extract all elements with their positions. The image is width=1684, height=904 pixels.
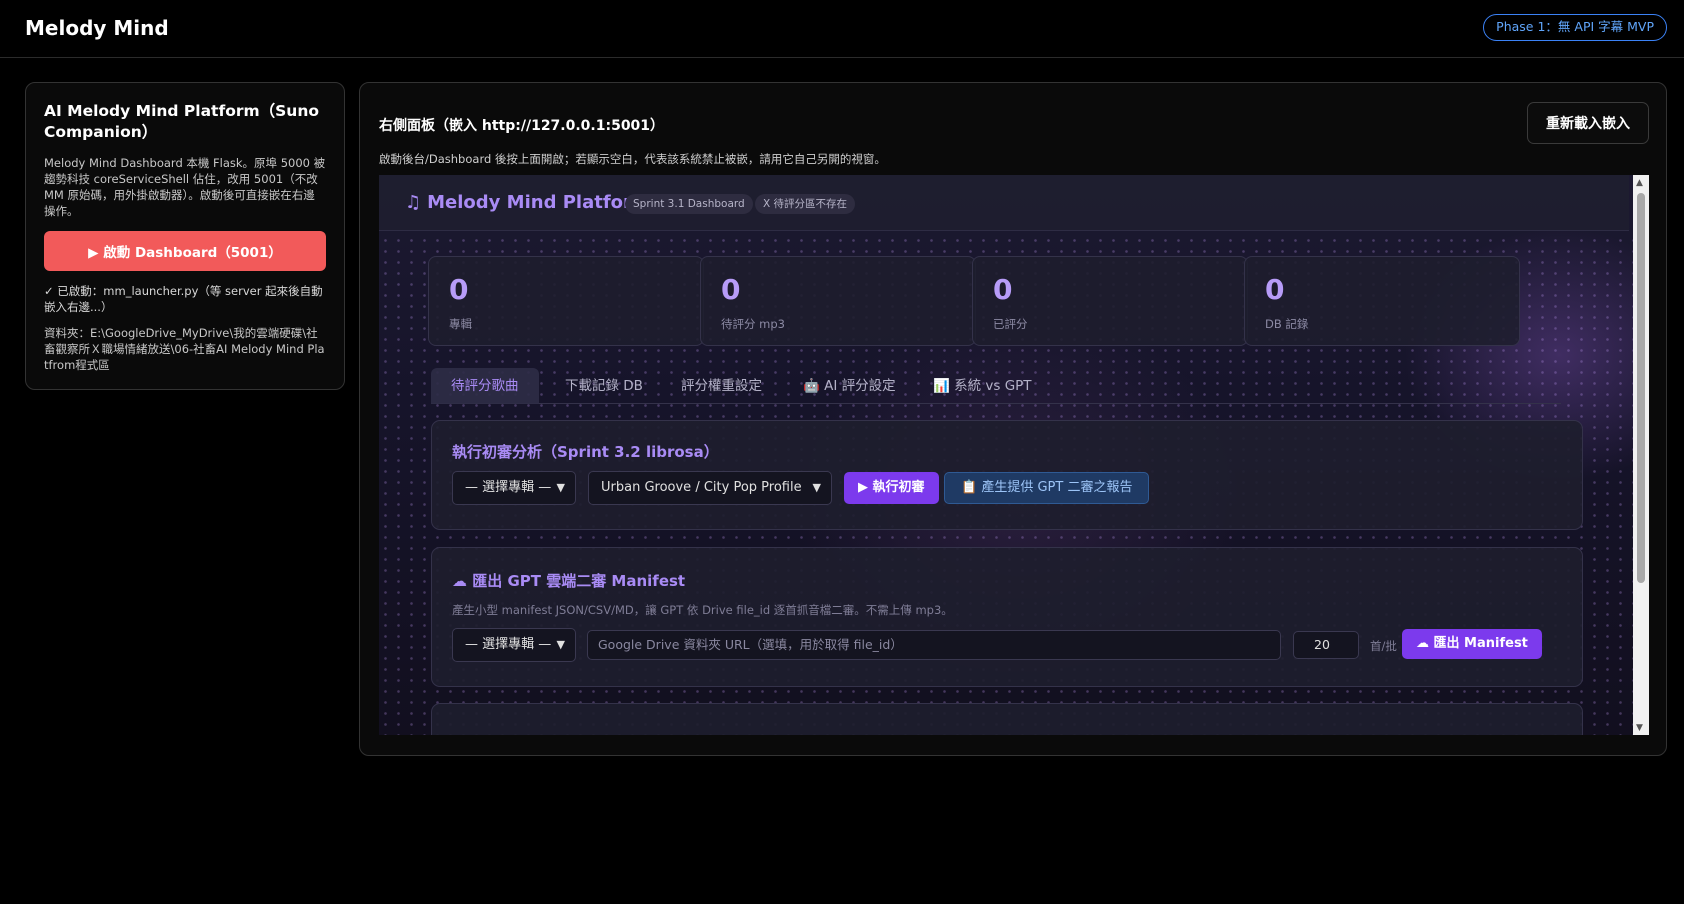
folder-path: 資料夾：E:\GoogleDrive_MyDrive\我的雲端硬碟\社畜觀察所Ｘ… [44, 326, 325, 372]
dashboard-header: ♫ Melody Mind Platform Sprint 3.1 Dashboa… [379, 175, 1629, 231]
reload-embed-button[interactable]: 重新載入嵌入 [1527, 102, 1649, 144]
launcher-description: Melody Mind Dashboard 本機 Flask。原埠 5000 被… [44, 156, 326, 218]
frame-scrollbar[interactable]: ▲ ▼ [1633, 175, 1649, 735]
tab-system-vs-gpt[interactable]: 📊 系統 vs GPT [933, 368, 1032, 404]
stat-db-records: 0 DB 記錄 [1244, 256, 1520, 346]
chevron-down-icon: ▼ [556, 481, 565, 494]
start-dashboard-button[interactable]: ▶ 啟動 Dashboard（5001） [44, 231, 326, 271]
run-analysis-button[interactable]: ▶ 執行初審 [844, 472, 939, 504]
manifest-description: 產生小型 manifest JSON/CSV/MD，讓 GPT 依 Drive … [452, 603, 953, 617]
phase-badge: Phase 1：無 API 字幕 MVP [1483, 14, 1667, 41]
launch-status: ✓ 已啟動：mm_launcher.py（等 server 起來後自動嵌入右邊.… [44, 284, 323, 314]
manifest-panel: ☁ 匯出 GPT 雲端二審 Manifest 產生小型 manifest JSO… [431, 547, 1583, 687]
missing-area-badge: X 待評分區不存在 [755, 194, 856, 214]
launcher-title: AI Melody Mind Platform（Suno Companion） [44, 102, 320, 141]
analysis-title: 執行初審分析（Sprint 3.2 librosa） [452, 443, 719, 461]
batch-count-input[interactable]: 20 [1293, 631, 1359, 659]
tab-ai-settings[interactable]: 🤖 AI 評分設定 [803, 368, 896, 404]
analysis-panel: 執行初審分析（Sprint 3.2 librosa） — 選擇專輯 — ▼ Urb… [431, 420, 1583, 530]
chevron-down-icon: ▼ [556, 638, 565, 651]
next-panel [431, 703, 1583, 735]
tab-weight-settings[interactable]: 評分權重設定 [681, 368, 762, 404]
stat-pending-mp3: 0 待評分 mp3 [700, 256, 976, 346]
album-select[interactable]: — 選擇專輯 — ▼ [452, 471, 576, 505]
launcher-card: AI Melody Mind Platform（Suno Companion） … [25, 82, 345, 390]
scroll-up-icon[interactable]: ▲ [1636, 178, 1643, 188]
embed-hint: 啟動後台/Dashboard 後按上面開啟；若顯示空白，代表該系統禁止被嵌，請用… [379, 152, 886, 166]
gpt-report-button[interactable]: 📋 產生提供 GPT 二審之報告 [944, 472, 1150, 504]
stat-albums: 0 專輯 [428, 256, 704, 346]
chevron-down-icon: ▼ [812, 481, 821, 494]
tab-download-db[interactable]: 下載記錄 DB [565, 368, 643, 404]
dashboard-title: ♫ Melody Mind Platform [405, 192, 651, 213]
sprint-badge: Sprint 3.1 Dashboard [625, 194, 753, 214]
tab-pending-songs[interactable]: 待評分歌曲 [431, 368, 539, 404]
embed-panel: 右側面板（嵌入 http://127.0.0.1:5001） 重新載入嵌入 啟動… [359, 82, 1667, 756]
profile-select[interactable]: Urban Groove / City Pop Profile ▼ [588, 471, 832, 505]
scrollbar-thumb[interactable] [1637, 193, 1645, 583]
embedded-dashboard-frame[interactable]: ♫ Melody Mind Platform Sprint 3.1 Dashboa… [379, 175, 1649, 735]
top-bar: Melody Mind Phase 1：無 API 字幕 MVP [0, 0, 1684, 58]
drive-url-input[interactable]: Google Drive 資料夾 URL（選填，用於取得 file_id） [587, 630, 1281, 660]
app-title: Melody Mind [25, 16, 169, 40]
embed-panel-title: 右側面板（嵌入 http://127.0.0.1:5001） [379, 118, 665, 134]
dashboard-tabs: 待評分歌曲 下載記錄 DB 評分權重設定 🤖 AI 評分設定 📊 系統 vs G… [431, 368, 1561, 404]
stat-rated: 0 已評分 [972, 256, 1248, 346]
music-note-icon: ♫ [405, 192, 422, 213]
manifest-title: ☁ 匯出 GPT 雲端二審 Manifest [452, 572, 686, 590]
manifest-album-select[interactable]: — 選擇專輯 — ▼ [452, 628, 576, 662]
scroll-down-icon[interactable]: ▼ [1636, 723, 1643, 733]
batch-unit-label: 首/批 [1370, 639, 1397, 653]
export-manifest-button[interactable]: ☁ 匯出 Manifest [1402, 629, 1542, 659]
